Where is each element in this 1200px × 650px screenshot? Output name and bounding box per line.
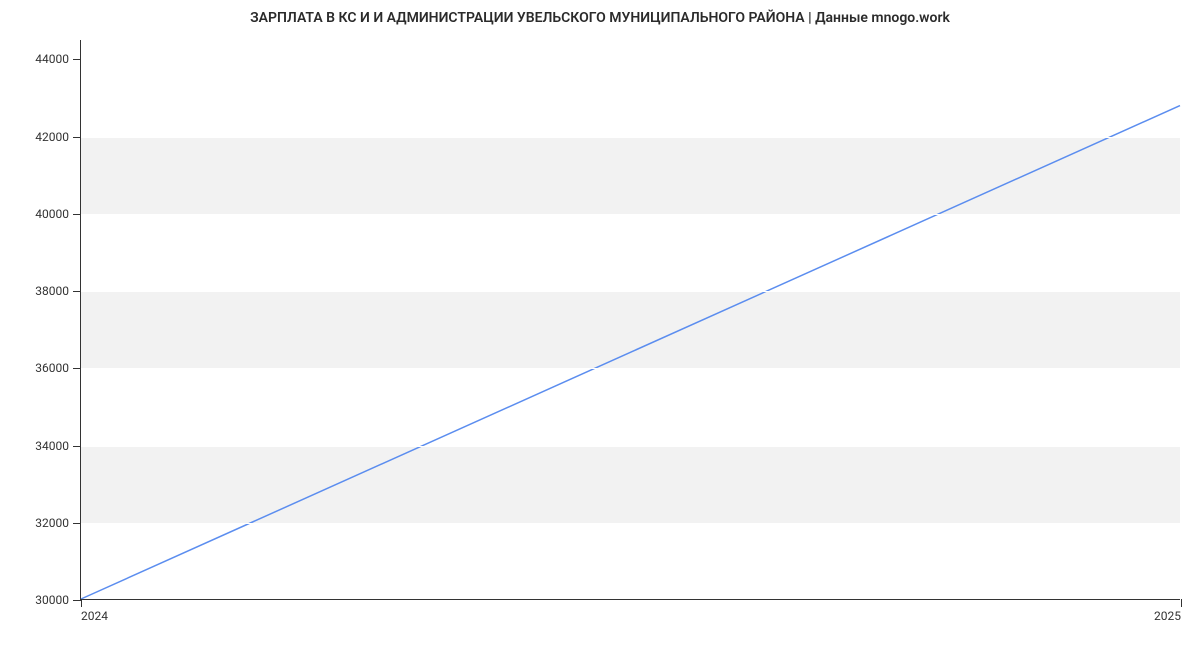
y-tick-label: 34000 <box>35 439 69 453</box>
x-tick-label: 2025 <box>1154 609 1181 623</box>
y-tick <box>73 137 81 138</box>
plot-area: 3000032000340003600038000400004200044000… <box>80 40 1180 600</box>
grid-line <box>81 368 1180 369</box>
x-tick <box>1181 599 1182 607</box>
grid-line <box>81 137 1180 138</box>
y-tick-label: 40000 <box>35 207 69 221</box>
grid-line <box>81 214 1180 215</box>
x-tick-label: 2024 <box>81 609 108 623</box>
grid-line <box>81 291 1180 292</box>
y-tick <box>73 446 81 447</box>
y-tick-label: 36000 <box>35 361 69 375</box>
data-line-svg <box>81 40 1180 599</box>
y-tick <box>73 368 81 369</box>
y-tick <box>73 523 81 524</box>
grid-line <box>81 600 1180 601</box>
y-tick-label: 30000 <box>35 593 69 607</box>
y-tick-label: 32000 <box>35 516 69 530</box>
x-tick <box>81 599 82 607</box>
data-line <box>81 106 1180 599</box>
y-tick <box>73 291 81 292</box>
y-tick <box>73 59 81 60</box>
y-tick <box>73 600 81 601</box>
grid-line <box>81 59 1180 60</box>
y-tick <box>73 214 81 215</box>
chart-title: ЗАРПЛАТА В КС И И АДМИНИСТРАЦИИ УВЕЛЬСКО… <box>0 10 1200 26</box>
grid-line <box>81 446 1180 447</box>
y-tick-label: 44000 <box>35 52 69 66</box>
y-tick-label: 38000 <box>35 284 69 298</box>
chart-container: ЗАРПЛАТА В КС И И АДМИНИСТРАЦИИ УВЕЛЬСКО… <box>0 0 1200 650</box>
y-tick-label: 42000 <box>35 130 69 144</box>
grid-line <box>81 523 1180 524</box>
